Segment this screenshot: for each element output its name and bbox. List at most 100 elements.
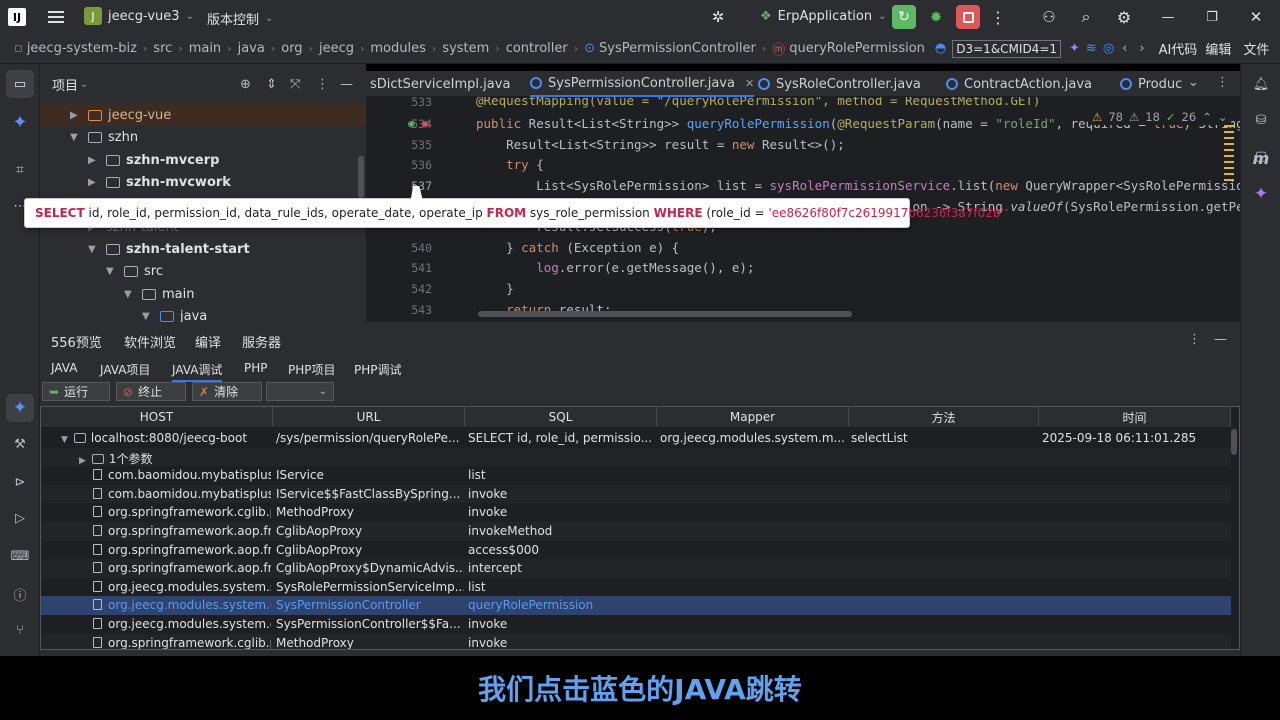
- column-header[interactable]: 方法: [849, 407, 1039, 427]
- breadcrumb-item[interactable]: jeecg-system-biz: [23, 41, 141, 56]
- expand-all-icon[interactable]: ⇕: [266, 77, 277, 92]
- breadcrumb-item[interactable]: system: [438, 41, 493, 56]
- table-row[interactable]: org.springframework.aop.fra CglibAopProxy…: [41, 559, 1231, 578]
- table-row[interactable]: org.springframework.aop.fra CglibAopProxy…: [41, 541, 1231, 560]
- table-scrollbar[interactable]: [1231, 429, 1237, 455]
- breadcrumb-item[interactable]: controller: [502, 41, 572, 56]
- chevron-up-icon[interactable]: ⌃: [1202, 110, 1212, 124]
- nav-forward-icon[interactable]: ›: [1127, 41, 1144, 56]
- tab-compile[interactable]: 编译: [195, 332, 221, 351]
- tree-item[interactable]: ▼ src: [40, 260, 163, 282]
- column-header[interactable]: Mapper: [657, 407, 849, 427]
- ai-code-menu[interactable]: AI代码: [1145, 39, 1198, 58]
- filter-dropdown[interactable]: ⌄: [266, 382, 334, 401]
- debug-icon[interactable]: ✹: [926, 7, 946, 27]
- close-icon[interactable]: ✕: [1246, 7, 1266, 27]
- structure-icon[interactable]: ⌗: [8, 158, 32, 182]
- subtab-php-debug[interactable]: PHP调试: [354, 361, 402, 378]
- maven-icon[interactable]: m: [1249, 146, 1273, 170]
- subtab-java-project[interactable]: JAVA项目: [100, 361, 150, 378]
- main-menu-icon[interactable]: [46, 8, 66, 26]
- editor-tab[interactable]: Produc: [1120, 71, 1182, 97]
- tree-item[interactable]: ▼ szhn: [40, 126, 138, 148]
- table-row[interactable]: org.springframework.aop.fra CglibAopProxy…: [41, 522, 1231, 541]
- breadcrumb-item[interactable]: jeecg: [315, 41, 358, 56]
- breadcrumb-item[interactable]: java: [234, 41, 269, 56]
- ai-assistant-icon[interactable]: ✦: [8, 110, 32, 134]
- close-tab-icon[interactable]: ✕: [745, 77, 754, 90]
- tree-item[interactable]: ▶ szhn-mvcwork: [40, 171, 231, 193]
- ai-sparkle-icon[interactable]: ✦: [1061, 41, 1080, 56]
- column-header[interactable]: HOST: [41, 407, 273, 427]
- column-header[interactable]: 时间: [1039, 407, 1231, 427]
- run-button[interactable]: ➥ 运行: [42, 382, 110, 401]
- collapse-all-icon[interactable]: ⤧: [290, 77, 300, 92]
- column-header[interactable]: URL: [273, 407, 465, 427]
- breadcrumb-item[interactable]: src: [149, 41, 176, 56]
- editor-tab[interactable]: SysRoleController.java: [758, 71, 921, 97]
- table-row[interactable]: org.springframework.cglib.p MethodProxy in…: [41, 503, 1231, 522]
- editor-tab-active[interactable]: SysPermissionController.java ✕: [530, 71, 755, 97]
- project-panel-title[interactable]: 项目: [52, 75, 78, 94]
- minimize-icon[interactable]: —: [1158, 7, 1178, 27]
- editor-tab[interactable]: ContractAction.java: [946, 71, 1092, 97]
- edit-menu[interactable]: 编辑: [1197, 39, 1231, 58]
- hide-panel-icon[interactable]: —: [1214, 332, 1227, 347]
- editor-hscrollbar[interactable]: [478, 311, 852, 317]
- database-icon[interactable]: ≋: [1080, 41, 1097, 56]
- inspection-widget[interactable]: ⚠ 78 ⚠ 18 ✓ 26 ⌃ ⌄: [1088, 109, 1232, 125]
- column-header[interactable]: SQL: [465, 407, 657, 427]
- more-vertical-icon[interactable]: ⋮: [1216, 75, 1229, 90]
- table-row[interactable]: org.jeecg.modules.system.s SysRolePermiss…: [41, 578, 1231, 597]
- debug-bug-icon[interactable]: ✲: [708, 8, 728, 26]
- more-vertical-icon[interactable]: ⋮: [1188, 332, 1201, 347]
- copilot-icon[interactable]: ◎: [1097, 41, 1114, 56]
- editor-error-stripe[interactable]: [1224, 125, 1234, 185]
- hide-panel-icon[interactable]: —: [340, 77, 353, 92]
- more-vertical-icon[interactable]: ⋮: [316, 77, 329, 92]
- vcs-selector[interactable]: 版本控制 ⌄: [207, 9, 273, 28]
- tree-item[interactable]: ▼ szhn-talent-start: [40, 238, 250, 260]
- subtab-java[interactable]: JAVA: [51, 361, 77, 375]
- database-tool-icon[interactable]: ⛁: [1249, 108, 1273, 132]
- breadcrumb-item[interactable]: modules: [366, 41, 430, 56]
- table-row[interactable]: org.jeecg.modules.system.c SysPermissionC…: [41, 596, 1231, 615]
- run-config-selector[interactable]: ❖ ErpApplication ⌄: [760, 9, 887, 24]
- more-vertical-icon[interactable]: ⋮: [990, 8, 1006, 27]
- table-row[interactable]: ▼ localhost:8080/jeecg-boot/sys/permissio…: [41, 429, 1231, 448]
- tree-item[interactable]: ▶ szhn-mvcerp: [40, 149, 219, 171]
- run-icon[interactable]: ▷: [8, 506, 32, 530]
- tree-item[interactable]: ▼ main: [40, 283, 194, 305]
- editor-tab[interactable]: sDictServiceImpl.java: [370, 71, 510, 97]
- chevron-down-icon[interactable]: ⌄: [1218, 110, 1228, 124]
- ai-assistant-active-icon[interactable]: ✦: [6, 394, 34, 422]
- build-hammer-icon[interactable]: ⚒: [8, 432, 32, 456]
- table-row[interactable]: org.springframework.cglib.p MethodProxy in…: [41, 633, 1231, 649]
- restore-icon[interactable]: ❐: [1202, 7, 1222, 27]
- table-row[interactable]: org.jeecg.modules.system.c SysPermissionC…: [41, 615, 1231, 634]
- chevron-down-icon[interactable]: ⌄: [80, 79, 88, 90]
- subtab-php[interactable]: PHP: [244, 361, 268, 375]
- debug-gutter-icon[interactable]: ◉: [422, 117, 429, 130]
- breadcrumb-item[interactable]: SysPermissionController: [595, 41, 760, 56]
- clear-button[interactable]: ✗ 清除: [192, 382, 262, 401]
- subtab-php-project[interactable]: PHP项目: [288, 361, 336, 378]
- tab-server[interactable]: 服务器: [242, 332, 281, 351]
- breadcrumb-item[interactable]: org: [277, 41, 306, 56]
- nav-back-icon[interactable]: ‹: [1114, 41, 1127, 56]
- notifications-icon[interactable]: 🔔︎: [1249, 72, 1273, 96]
- project-scrollbar[interactable]: [358, 156, 364, 198]
- locate-icon[interactable]: ⊕: [240, 77, 251, 92]
- tab-preview[interactable]: 556预览: [51, 332, 102, 351]
- ide-logo-icon[interactable]: IJ: [8, 8, 26, 26]
- tab-software-browse[interactable]: 软件浏览: [124, 332, 176, 351]
- breadcrumb-item[interactable]: main: [185, 41, 225, 56]
- stop-icon[interactable]: [956, 5, 980, 29]
- table-row[interactable]: com.baomidou.mybatisplus. IService$$FastC…: [41, 484, 1231, 504]
- ai-chat-icon[interactable]: ✦: [1249, 182, 1273, 206]
- tree-item[interactable]: ▶ jeecg-vue: [40, 104, 366, 126]
- table-row[interactable]: ▶ 1个参数: [41, 447, 1231, 467]
- chevron-down-icon[interactable]: ▼: [61, 435, 68, 445]
- problems-icon[interactable]: ⓘ: [8, 582, 32, 606]
- breadcrumb-item[interactable]: queryRolePermission: [785, 41, 929, 56]
